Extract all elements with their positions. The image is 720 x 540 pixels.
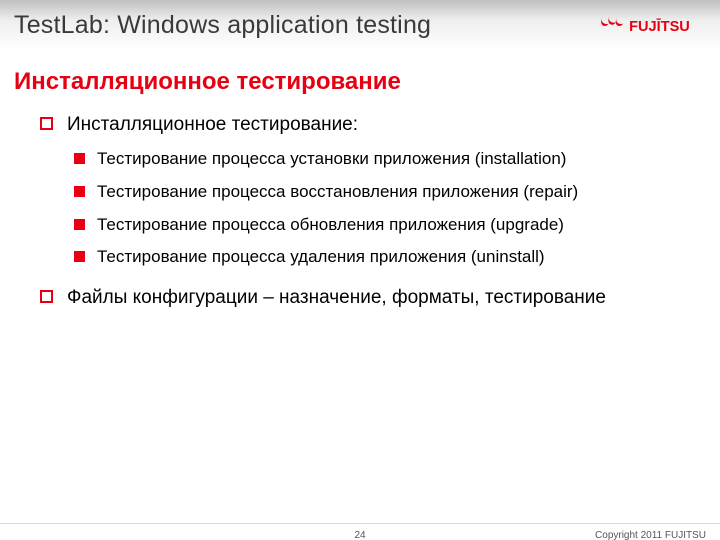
list-item: Тестирование процесса восстановления при… — [74, 181, 690, 204]
logo-text: FUJĪTSU — [629, 18, 690, 35]
list-item: Файлы конфигурации – назначение, форматы… — [40, 285, 690, 311]
list-item-text: Тестирование процесса восстановления при… — [97, 181, 578, 204]
bullet-solid-icon — [74, 219, 85, 230]
page-number: 24 — [354, 530, 365, 540]
bullet-solid-icon — [74, 251, 85, 262]
header-bar: TestLab: Windows application testing FUJ… — [0, 0, 720, 50]
bullet-hollow-icon — [40, 290, 53, 303]
bullet-solid-icon — [74, 186, 85, 197]
content-list: Инсталляционное тестирование: Тестирован… — [40, 112, 690, 311]
fujitsu-logo: FUJĪTSU — [600, 9, 706, 41]
list-item: Тестирование процесса удаления приложени… — [74, 246, 690, 269]
slide: TestLab: Windows application testing FUJ… — [0, 0, 720, 540]
header-title: TestLab: Windows application testing — [14, 11, 600, 40]
list-item-text: Инсталляционное тестирование: — [67, 112, 358, 138]
footer: 24 Copyright 2011 FUJITSU — [0, 523, 720, 530]
list-item-text: Тестирование процесса удаления приложени… — [97, 246, 545, 269]
list-item: Тестирование процесса установки приложен… — [74, 148, 690, 171]
copyright: Copyright 2011 FUJITSU — [595, 530, 706, 540]
list-item: Инсталляционное тестирование: — [40, 112, 690, 138]
list-item-text: Тестирование процесса установки приложен… — [97, 148, 566, 171]
bullet-hollow-icon — [40, 117, 53, 130]
slide-subtitle: Инсталляционное тестирование — [14, 68, 720, 96]
list-item-text: Тестирование процесса обновления приложе… — [97, 214, 564, 237]
bullet-solid-icon — [74, 153, 85, 164]
list-item-text: Файлы конфигурации – назначение, форматы… — [67, 285, 606, 311]
list-item: Тестирование процесса обновления приложе… — [74, 214, 690, 237]
